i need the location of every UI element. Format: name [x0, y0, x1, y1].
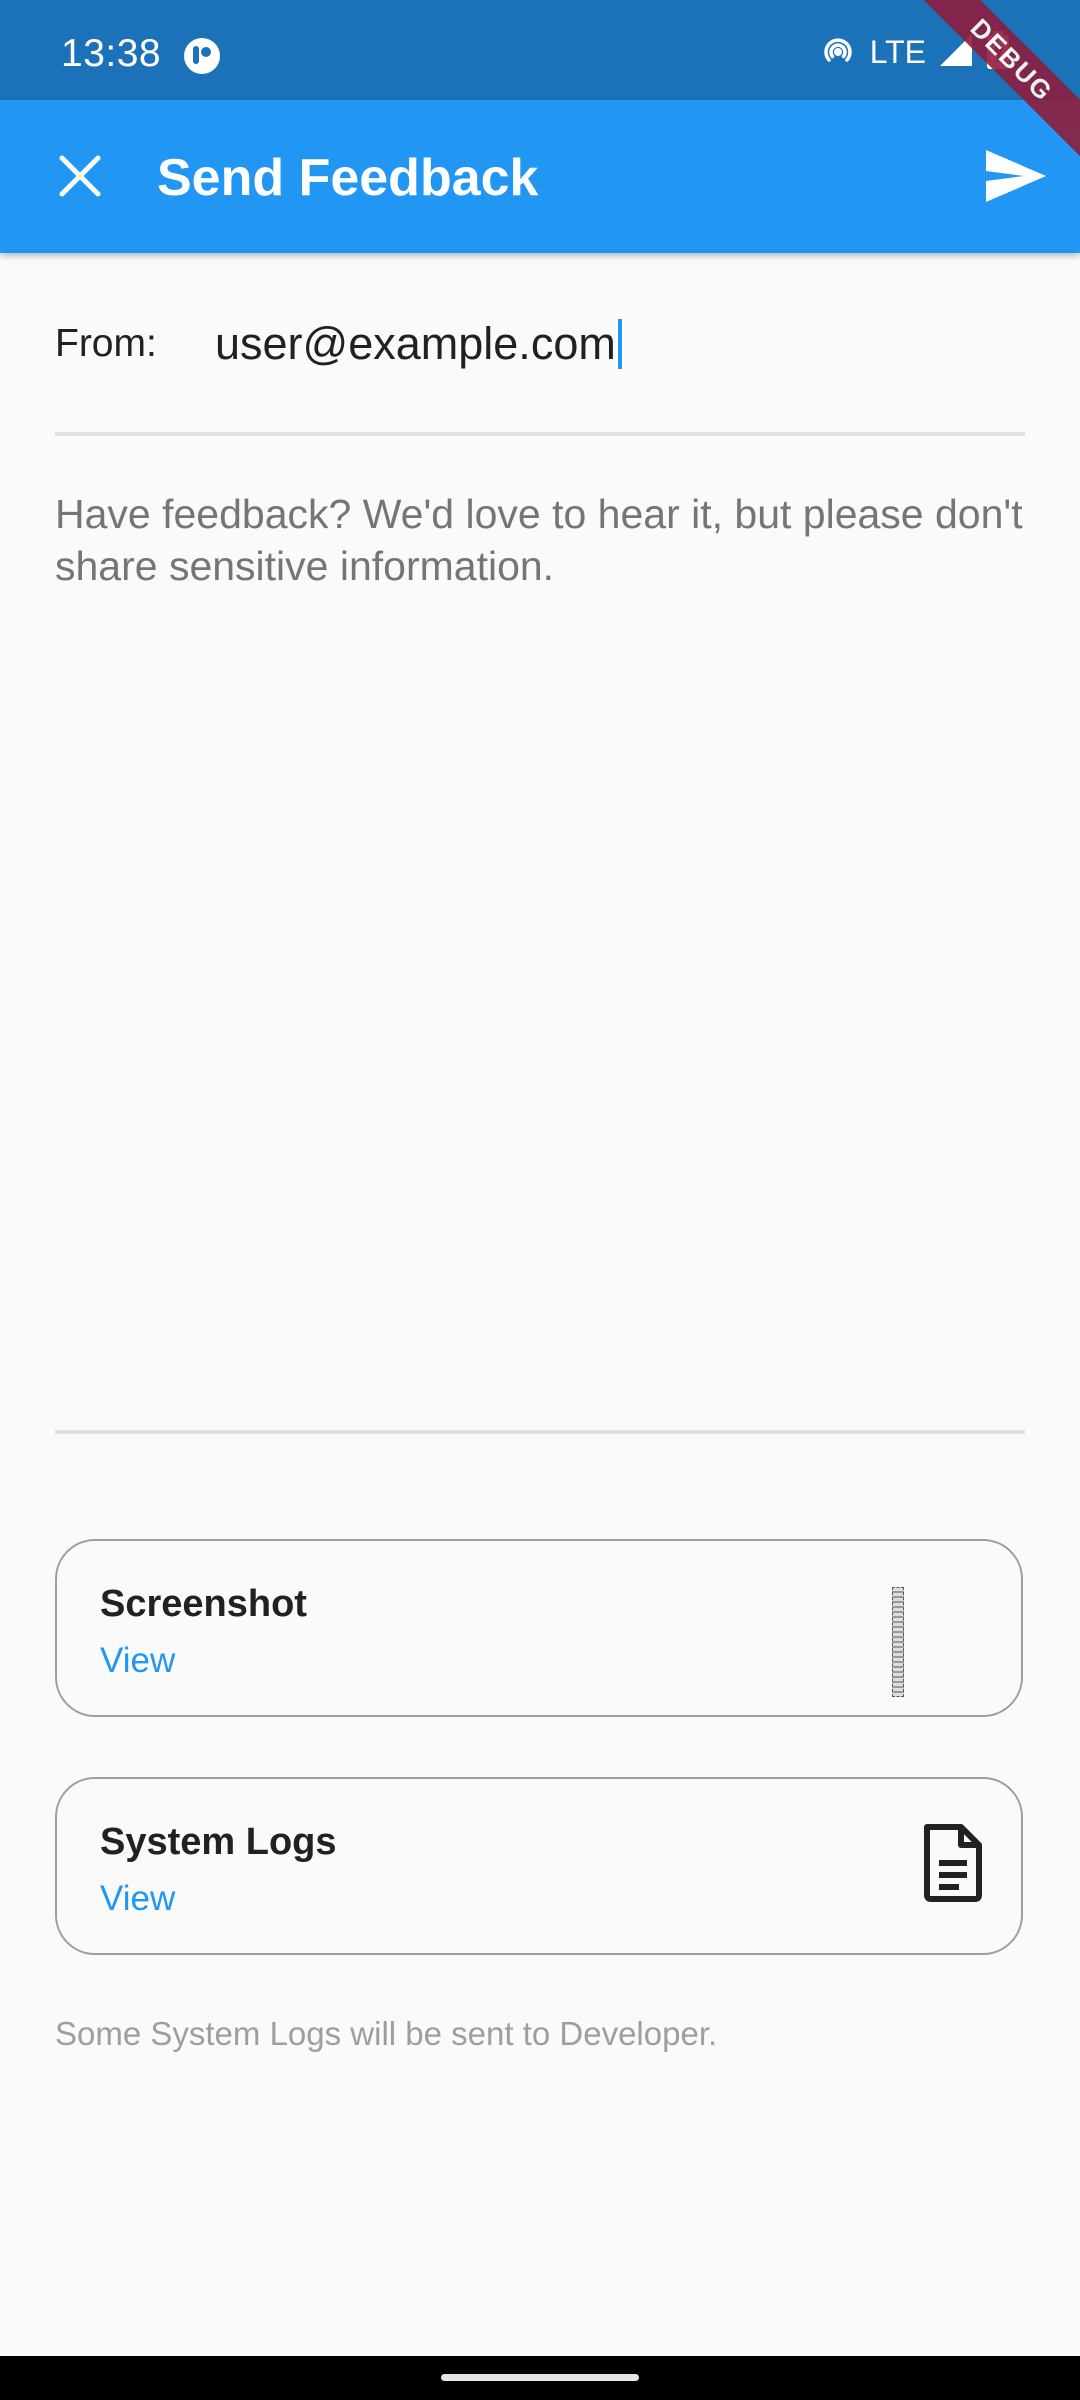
system-logs-view-link[interactable]: View — [100, 1879, 175, 1919]
network-type: LTE — [869, 33, 926, 70]
close-icon — [59, 155, 101, 197]
from-label: From: — [55, 322, 157, 365]
screenshot-attachment-card[interactable]: Screenshot View — [55, 1539, 1023, 1717]
app-bar: Send Feedback — [0, 100, 1080, 253]
hotspot-icon — [818, 30, 858, 75]
app-notification-icon — [182, 36, 222, 76]
close-button[interactable] — [40, 136, 120, 216]
send-icon — [986, 150, 1046, 202]
feedback-divider — [55, 1430, 1025, 1434]
document-icon — [921, 1823, 985, 1903]
page-title: Send Feedback — [157, 149, 539, 207]
system-logs-title: System Logs — [100, 1821, 337, 1863]
navigation-bar — [0, 2356, 1080, 2400]
screenshot-thumbnail[interactable] — [892, 1587, 904, 1697]
text-cursor — [617, 319, 622, 369]
system-logs-attachment-card[interactable]: System Logs View — [55, 1777, 1023, 1955]
from-email-value: user@example.com — [215, 318, 616, 369]
send-button[interactable] — [976, 136, 1056, 216]
from-divider — [55, 432, 1025, 436]
feedback-input[interactable]: Have feedback? We'd love to hear it, but… — [55, 488, 1025, 1408]
system-logs-notice: Some System Logs will be sent to Develop… — [55, 2015, 718, 2052]
status-time: 13:38 — [61, 32, 162, 75]
feedback-placeholder: Have feedback? We'd love to hear it, but… — [55, 491, 1023, 589]
status-bar: 13:38 LTE — [0, 0, 1080, 100]
from-email-field[interactable]: user@example.com — [215, 318, 622, 370]
screenshot-title: Screenshot — [100, 1583, 307, 1625]
screenshot-view-link[interactable]: View — [100, 1641, 175, 1681]
home-indicator[interactable] — [441, 2374, 639, 2381]
